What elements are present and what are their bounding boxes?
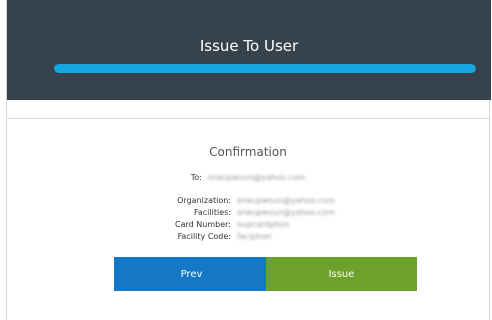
to-label: To:: [190, 173, 202, 182]
facility-code-value: faciphon: [237, 232, 272, 241]
facilities-value: oneupwsun@yahoo.com: [237, 208, 335, 217]
progress-fill: [54, 64, 476, 73]
prev-button[interactable]: Prev: [114, 257, 269, 291]
divider: [7, 118, 491, 119]
organization-label: Organization:: [177, 196, 231, 205]
facility-code-label: Facility Code:: [177, 232, 231, 241]
card-number-label: Card Number:: [175, 220, 231, 229]
progress-bar: [54, 64, 476, 73]
confirmation-title: Confirmation: [209, 145, 287, 159]
to-row: To: oneupwsun@yahoo.com: [7, 173, 489, 182]
card-number-value: oupcardphon: [237, 220, 290, 229]
organization-value: oneupwsun@yahoo.com: [237, 196, 335, 205]
modal-header: Issue To User: [7, 0, 491, 100]
modal-title: Issue To User: [199, 37, 299, 55]
facilities-label: Facilities:: [194, 208, 231, 217]
issue-button[interactable]: Issue: [266, 257, 417, 291]
to-value: oneupwsun@yahoo.com: [207, 173, 306, 182]
issue-modal: Issue To User Confirmation To: oneupwsun…: [6, 0, 491, 320]
